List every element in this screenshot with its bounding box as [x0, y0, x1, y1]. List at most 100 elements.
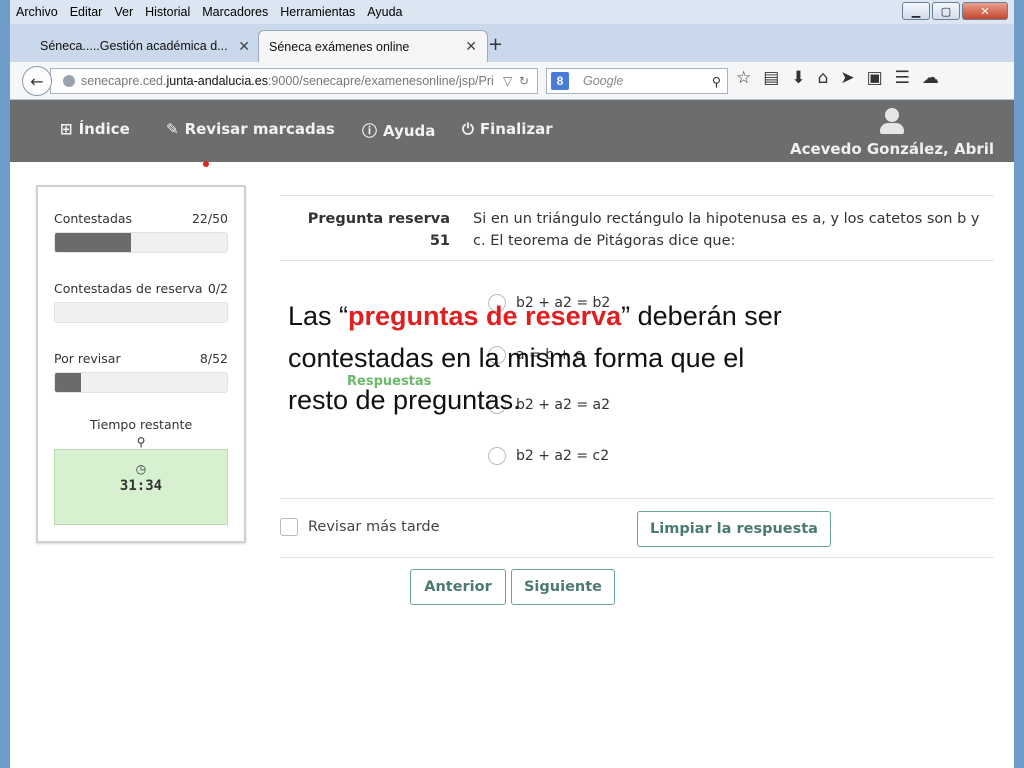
- minimize-icon[interactable]: ▁: [902, 2, 930, 20]
- reload-icon[interactable]: ▽ ↻: [503, 74, 529, 88]
- annotation-highlight: preguntas de reserva: [348, 301, 622, 331]
- close-tab-icon[interactable]: ✕: [238, 38, 250, 55]
- annotation-text-start: Las “: [288, 301, 349, 331]
- new-tab-icon[interactable]: +: [488, 34, 503, 55]
- nav-indice[interactable]: ⊞ Índice: [60, 120, 130, 138]
- slide-annotation: Las “preguntas de reserva” deberán ser c…: [288, 295, 808, 421]
- progress-fill: [55, 373, 82, 392]
- zoom-icon[interactable]: ⚲: [38, 435, 244, 449]
- progress-bar: [54, 372, 228, 393]
- stat-label: Contestadas de reserva: [54, 281, 203, 296]
- user-box: Acevedo González, Abril: [790, 108, 994, 158]
- review-later-checkbox[interactable]: Revisar más tarde: [280, 518, 440, 536]
- back-button[interactable]: ←: [22, 66, 52, 96]
- app-header: ⊞ Índice ✎ Revisar marcadas ⓘ Ayuda ⏻ Finali…: [10, 100, 1014, 162]
- nav-finalizar[interactable]: ⏻ Finalizar: [462, 120, 553, 138]
- nav-ayuda[interactable]: ⓘ Ayuda: [362, 120, 435, 141]
- screenshot-icon[interactable]: ▣: [867, 68, 883, 88]
- stat-label: Contestadas: [54, 211, 133, 226]
- download-icon[interactable]: ⬇: [791, 68, 805, 88]
- stat-contestadas-reserva: Contestadas de reserva 0/2: [54, 281, 228, 323]
- send-icon[interactable]: ➤: [840, 68, 854, 88]
- stat-count: 22/50: [191, 211, 228, 226]
- progress-bar: [54, 232, 228, 253]
- power-icon: ⏻: [462, 120, 474, 138]
- navigation-bar: senecapre.ced. junta-andalucia.es:9000/se…: [10, 62, 1014, 100]
- stat-contestadas: Contestadas 22/50: [54, 211, 228, 253]
- answer-option-4[interactable]: b2 + a2 = c2: [488, 447, 609, 465]
- menu-archivo[interactable]: Archivo: [10, 5, 64, 19]
- next-button[interactable]: Siguiente: [511, 569, 615, 605]
- clear-answer-button[interactable]: Limpiar la respuesta: [637, 511, 831, 547]
- bookmark-star-icon[interactable]: ☆: [736, 68, 751, 88]
- reading-list-icon[interactable]: ▤: [763, 68, 779, 88]
- exam-page: ⊞ Índice ✎ Revisar marcadas ⓘ Ayuda ⏻ Finali…: [10, 100, 1014, 768]
- window-controls: ▁ ▢ ✕: [902, 2, 1008, 20]
- timer-box: ◷ 31:34: [54, 449, 228, 525]
- maximize-icon[interactable]: ▢: [932, 2, 960, 20]
- nav-label: Revisar marcadas: [184, 120, 335, 138]
- back-arrow-icon: ←: [30, 71, 44, 91]
- user-name: Acevedo González, Abril: [789, 140, 994, 158]
- question-number: 51: [429, 233, 450, 249]
- progress-fill: [55, 233, 131, 252]
- close-tab-icon[interactable]: ✕: [465, 38, 477, 55]
- nav-label: Índice: [78, 120, 130, 138]
- menu-ver[interactable]: Ver: [108, 5, 139, 19]
- divider: [280, 498, 994, 499]
- search-icon[interactable]: ⚲: [712, 74, 721, 89]
- stat-por-revisar: Por revisar 8/52: [54, 351, 228, 393]
- divider: [280, 557, 994, 558]
- stat-count: 8/52: [199, 351, 228, 366]
- url-suffix: :9000/senecapre/examenesonline/jsp/Pri: [267, 74, 494, 88]
- stat-label: Por revisar: [54, 351, 121, 366]
- question-label: Pregunta reserva 51: [280, 208, 450, 252]
- menu-ayuda[interactable]: Ayuda: [361, 5, 408, 19]
- close-window-icon[interactable]: ✕: [962, 2, 1008, 20]
- search-placeholder: Google: [583, 74, 624, 88]
- globe-icon: [63, 75, 75, 87]
- nav-label: Finalizar: [479, 120, 553, 138]
- nav-revisar-marcadas[interactable]: ✎ Revisar marcadas: [166, 120, 335, 138]
- url-prefix: senecapre.ced.: [81, 74, 167, 88]
- checkbox-label: Revisar más tarde: [308, 519, 440, 535]
- timer-value: 31:34: [119, 478, 163, 494]
- divider: [280, 195, 994, 196]
- divider: [280, 260, 994, 261]
- menu-marcadores[interactable]: Marcadores: [196, 5, 274, 19]
- hamburger-menu-icon[interactable]: ☰: [895, 68, 910, 88]
- sitemap-icon: ⊞: [60, 120, 73, 138]
- menu-editar[interactable]: Editar: [64, 5, 109, 19]
- home-icon[interactable]: ⌂: [818, 68, 829, 88]
- question-text: Si en un triángulo rectángulo la hipoten…: [473, 211, 980, 249]
- info-icon: ⓘ: [362, 122, 378, 140]
- tab-seneca-examenes[interactable]: Séneca exámenes online ✕: [258, 30, 488, 62]
- nav-label: Ayuda: [383, 121, 436, 140]
- pointer-dot: [203, 161, 209, 167]
- clock-icon: ◷: [135, 462, 147, 476]
- tab-title: Séneca exámenes online: [269, 39, 410, 54]
- previous-button[interactable]: Anterior: [410, 569, 506, 605]
- menu-herramientas[interactable]: Herramientas: [274, 5, 361, 19]
- option-text: b2 + a2 = c2: [516, 448, 610, 464]
- pencil-icon: ✎: [166, 120, 179, 138]
- google-icon: 8: [551, 72, 569, 90]
- timer-title: Tiempo restante: [89, 417, 193, 432]
- user-icon: [879, 108, 904, 134]
- menu-historial[interactable]: Historial: [139, 5, 196, 19]
- question-label-text: Pregunta reserva: [307, 211, 450, 227]
- url-domain: junta-andalucia.es: [166, 74, 268, 88]
- checkbox[interactable]: [280, 518, 298, 536]
- radio-button[interactable]: [488, 447, 506, 465]
- menu-bar: Archivo Editar Ver Historial Marcadores …: [10, 0, 1014, 24]
- toolbar-icons: ☆ ▤ ⬇ ⌂ ➤ ▣ ☰ ☁: [736, 68, 939, 88]
- tab-title: Séneca.....Gestión académica d...: [40, 39, 228, 53]
- tab-seneca-gestion[interactable]: Séneca.....Gestión académica d... ✕: [30, 30, 260, 62]
- search-input[interactable]: 8 Google ⚲: [546, 68, 728, 94]
- stat-count: 0/2: [207, 281, 228, 296]
- progress-panel: Contestadas 22/50 Contestadas de reserva 0…: [36, 185, 246, 543]
- url-bar[interactable]: senecapre.ced. junta-andalucia.es:9000/se…: [50, 68, 538, 94]
- tab-bar: Séneca.....Gestión académica d... ✕ Séne…: [10, 24, 1014, 62]
- progress-bar: [54, 302, 228, 323]
- cloud-icon[interactable]: ☁: [922, 68, 939, 88]
